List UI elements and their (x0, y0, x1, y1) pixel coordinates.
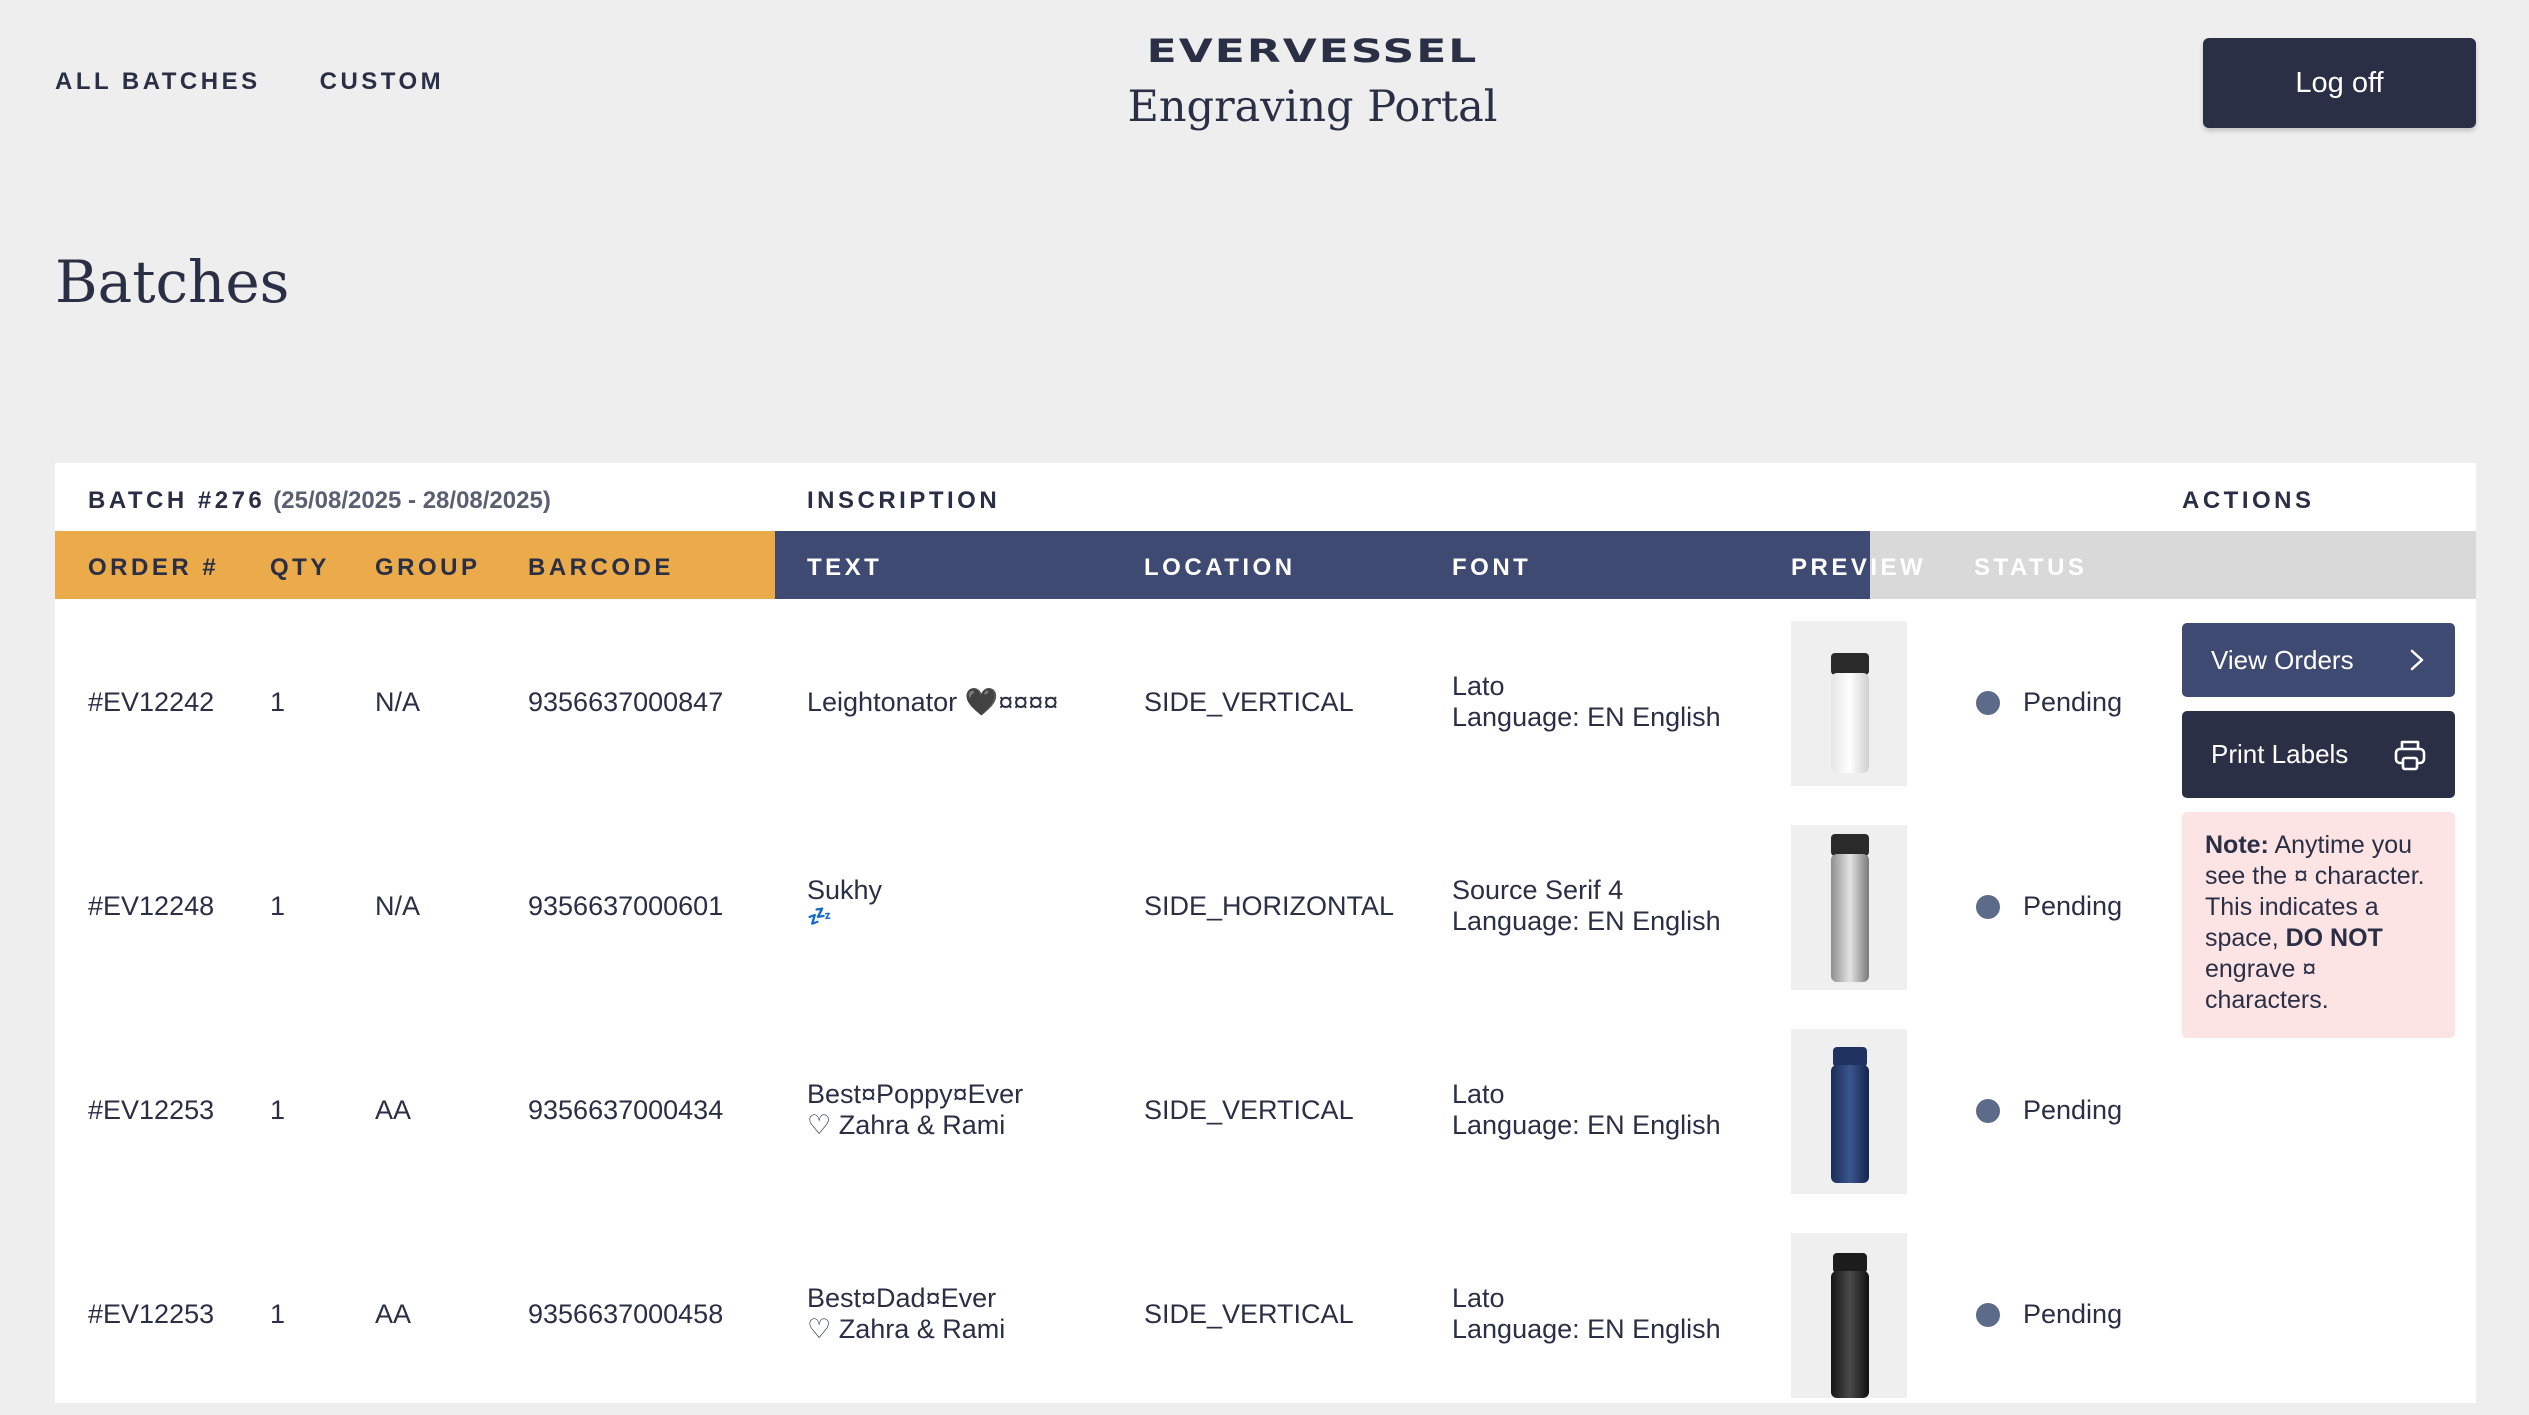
qty: 1 (270, 1299, 286, 1329)
batch-date-range: (25/08/2025 - 28/08/2025) (273, 487, 551, 514)
font: Lato Language: EN English (1452, 1283, 1721, 1345)
col-location[interactable]: LOCATION (1144, 554, 1296, 582)
note-bold: DO NOT (2285, 924, 2383, 952)
location: SIDE_HORIZONTAL (1144, 891, 1395, 921)
bottle-navy-icon (1831, 1047, 1869, 1183)
preview-thumbnail[interactable] (1791, 825, 1907, 990)
bottle-white-icon (1831, 653, 1869, 773)
view-orders-label: View Orders (2211, 644, 2354, 675)
status-dot (1976, 1099, 2000, 1123)
note-label: Note: (2205, 831, 2269, 859)
inscription-text: Best¤Dad¤Ever ♡ Zahra & Rami (807, 1283, 1005, 1345)
group: N/A (375, 687, 421, 717)
page-title: Batches (55, 248, 290, 316)
col-font[interactable]: FONT (1452, 554, 1531, 582)
status-dot (1976, 1303, 2000, 1327)
font-name: Source Serif 4 (1452, 875, 1624, 905)
group: AA (375, 1299, 412, 1329)
group: AA (375, 1095, 412, 1125)
batch-number: BATCH #276 (88, 487, 266, 514)
table-row: #EV12242 1 N/A 9356637000847 Leightonato… (55, 599, 2122, 803)
group: N/A (375, 891, 421, 921)
print-labels-button[interactable]: Print Labels (2182, 711, 2455, 798)
barcode: 9356637000847 (528, 687, 724, 717)
col-text[interactable]: TEXT (807, 554, 882, 582)
inscription-text: Sukhy 💤 (807, 875, 882, 928)
brand-logo: EVERVESSEL (1146, 33, 1479, 70)
order-number: #EV12253 (88, 1095, 215, 1125)
font: Lato Language: EN English (1452, 671, 1721, 733)
space-character-note: Note: Anytime you see the ¤ character. T… (2182, 812, 2455, 1038)
font-name: Lato (1452, 1283, 1505, 1313)
table-row: #EV12248 1 N/A 9356637000601 Sukhy 💤 SID… (55, 803, 2122, 1007)
order-number: #EV12248 (88, 891, 215, 921)
font-language: Language: EN English (1452, 702, 1721, 732)
inscription-line-2: 💤 (807, 906, 832, 928)
qty: 1 (270, 1095, 286, 1125)
batch-group-header: BATCH #276 (25/08/2025 - 28/08/2025) INSC… (55, 463, 2476, 531)
status-dot (1976, 895, 2000, 919)
barcode: 9356637000434 (528, 1095, 724, 1125)
font-language: Language: EN English (1452, 1110, 1721, 1140)
logoff-button[interactable]: Log off (2203, 38, 2476, 128)
font-language: Language: EN English (1452, 906, 1721, 936)
top-nav: ALL BATCHES CUSTOM (55, 68, 444, 96)
col-status[interactable]: STATUS (1974, 554, 2087, 582)
bottle-black-icon (1831, 1253, 1869, 1398)
header-gray-segment (1870, 531, 2476, 599)
batch-card: BATCH #276 (25/08/2025 - 28/08/2025) INSC… (55, 463, 2476, 1403)
col-group[interactable]: GROUP (375, 554, 481, 582)
preview-thumbnail[interactable] (1791, 1233, 1907, 1398)
inscription-line-1: Best¤Dad¤Ever (807, 1283, 997, 1313)
status-text: Pending (2023, 1299, 2123, 1329)
font-language: Language: EN English (1452, 1314, 1721, 1344)
nav-all-batches[interactable]: ALL BATCHES (55, 68, 261, 96)
font-name: Lato (1452, 1079, 1505, 1109)
order-number: #EV12253 (88, 1299, 215, 1329)
header-navy-segment (775, 531, 1870, 599)
view-orders-button[interactable]: View Orders (2182, 623, 2455, 697)
qty: 1 (270, 687, 286, 717)
preview-thumbnail[interactable] (1791, 1029, 1907, 1194)
status-text: Pending (2023, 1095, 2123, 1125)
col-order[interactable]: ORDER # (88, 554, 219, 582)
location: SIDE_VERTICAL (1144, 1095, 1354, 1125)
table-row: #EV12253 1 AA 9356637000458 Best¤Dad¤Eve… (55, 1211, 2122, 1415)
chevron-right-icon (2410, 649, 2424, 671)
status-text: Pending (2023, 891, 2123, 921)
status-dot (1976, 691, 2000, 715)
col-preview[interactable]: PREVIEW (1791, 554, 1926, 582)
inscription-line-2: ♡ Zahra & Rami (807, 1314, 1006, 1344)
table-row: #EV12253 1 AA 9356637000434 Best¤Poppy¤E… (55, 1007, 2122, 1211)
location: SIDE_VERTICAL (1144, 1299, 1354, 1329)
inscription-line-2: ♡ Zahra & Rami (807, 1110, 1006, 1140)
inscription-line-1: Leightonator 🖤¤¤¤¤ (807, 687, 1059, 717)
batch-label: BATCH #276 (25/08/2025 - 28/08/2025) (88, 487, 551, 515)
barcode: 9356637000601 (528, 891, 724, 921)
inscription-line-1: Sukhy (807, 875, 883, 905)
font: Source Serif 4 Language: EN English (1452, 875, 1721, 937)
print-labels-label: Print Labels (2211, 739, 2349, 769)
printer-icon (2394, 740, 2426, 770)
table-header: ORDER # QTY GROUP BARCODE TEXT LOCATION … (55, 531, 2476, 599)
inscription-line-1: Best¤Poppy¤Ever (807, 1079, 1024, 1109)
col-qty[interactable]: QTY (270, 554, 330, 582)
qty: 1 (270, 891, 286, 921)
status-text: Pending (2023, 687, 2123, 717)
inscription-label: INSCRIPTION (807, 487, 1001, 514)
inscription-text: Best¤Poppy¤Ever ♡ Zahra & Rami (807, 1079, 1023, 1141)
order-number: #EV12242 (88, 687, 215, 717)
note-text-2: engrave ¤ characters. (2205, 955, 2329, 1014)
col-barcode[interactable]: BARCODE (528, 554, 674, 582)
font-name: Lato (1452, 671, 1505, 701)
inscription-text: Leightonator 🖤¤¤¤¤ (807, 687, 1058, 718)
preview-thumbnail[interactable] (1791, 621, 1907, 786)
actions-label: ACTIONS (2182, 487, 2315, 514)
location: SIDE_VERTICAL (1144, 687, 1354, 717)
bottle-silver-icon (1831, 834, 1869, 982)
barcode: 9356637000458 (528, 1299, 724, 1329)
nav-custom[interactable]: CUSTOM (320, 68, 445, 96)
font: Lato Language: EN English (1452, 1079, 1721, 1141)
